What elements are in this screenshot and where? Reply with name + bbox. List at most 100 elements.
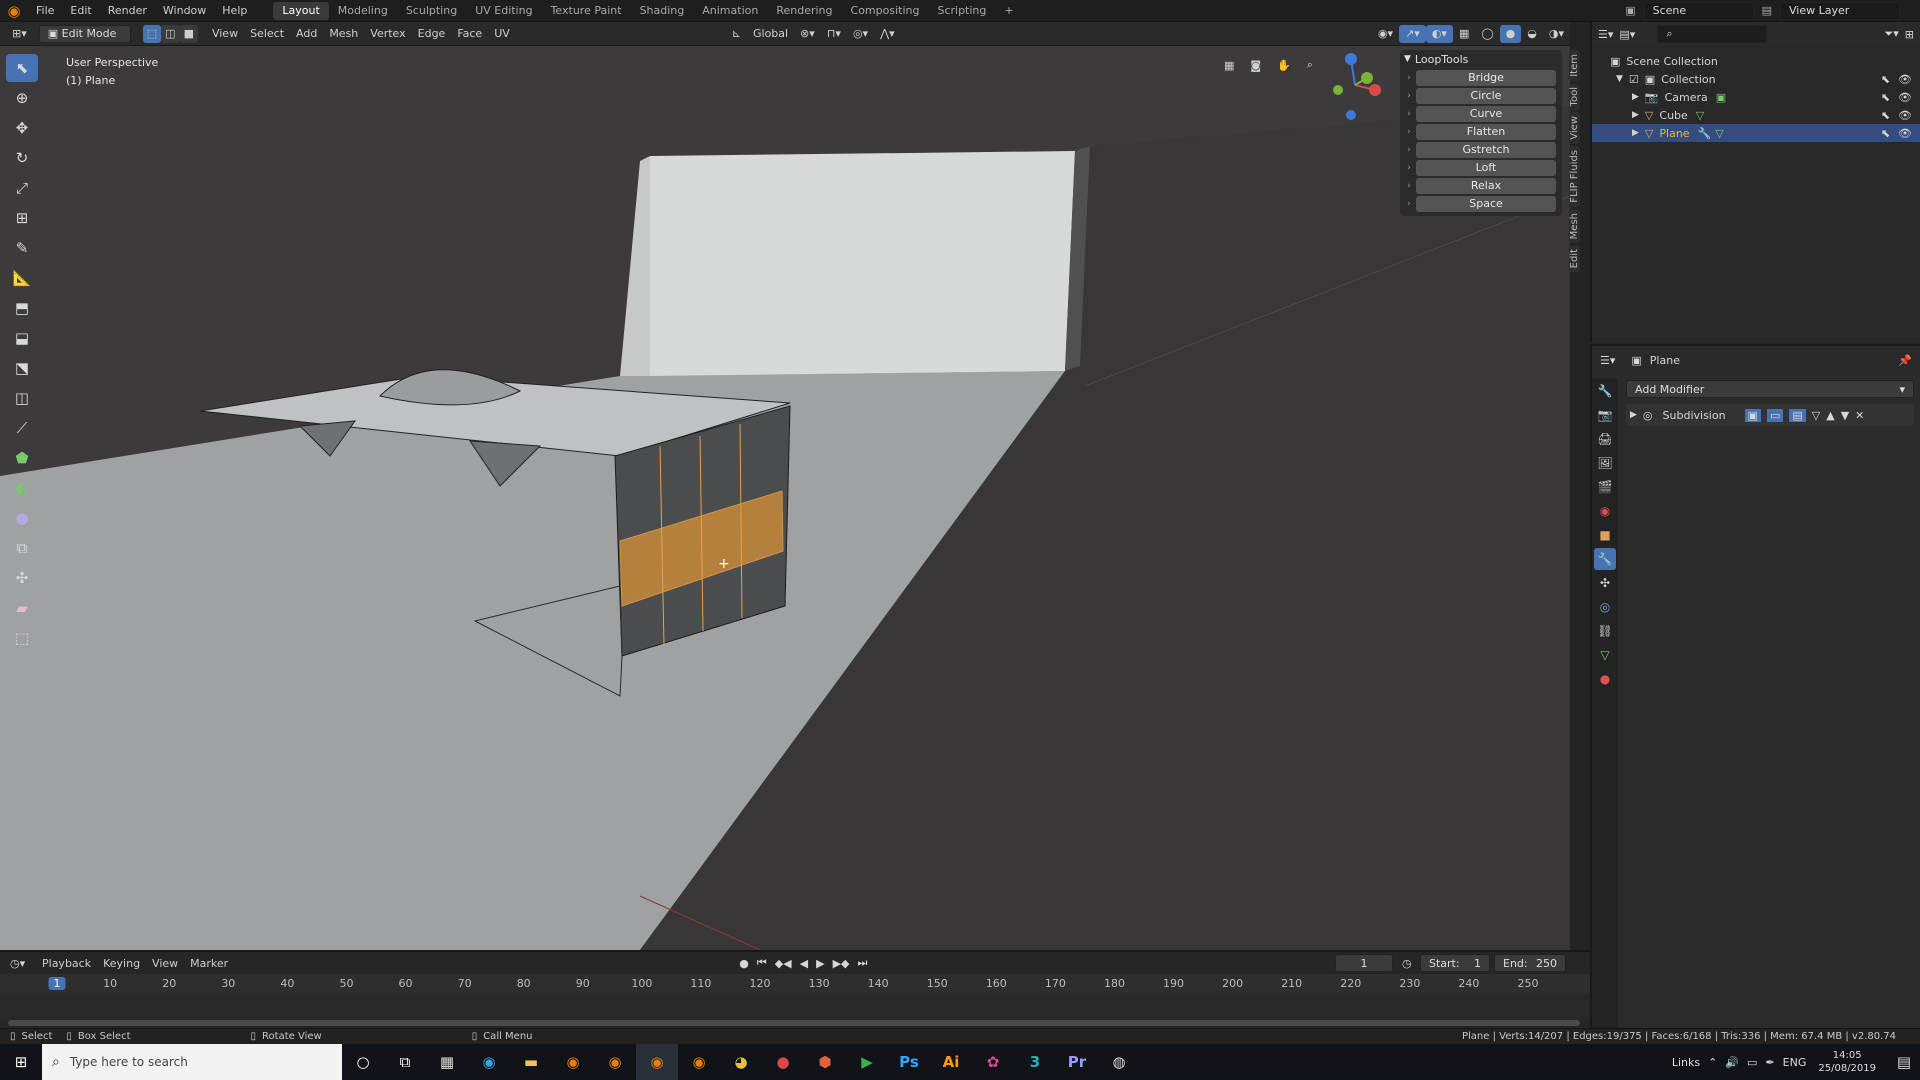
flatten-button[interactable]: Flatten (1416, 123, 1556, 140)
modifier-props-icon[interactable]: 🔧 (1594, 548, 1616, 570)
tab-rendering[interactable]: Rendering (767, 2, 841, 20)
gizmo-icon[interactable]: ↗▾ (1399, 24, 1426, 43)
cage-toggle-icon[interactable]: ▽ (1812, 409, 1820, 422)
knife-tool-icon[interactable]: ⟋ (6, 414, 38, 442)
new-collection-icon[interactable]: ⊞ (1905, 28, 1914, 41)
language-label[interactable]: ENG (1783, 1056, 1807, 1069)
blender-logo-icon[interactable]: ◉ (0, 0, 28, 22)
tab-flip-fluids[interactable]: FLIP Fluids (1569, 145, 1580, 207)
editor-type-icon[interactable]: ⊞▾ (6, 25, 33, 43)
frame-ruler[interactable]: 1 10 20 30 40 50 60 70 80 90 100 110 120 130 140 150 160… (0, 974, 1590, 1020)
scene-props-icon[interactable]: 🎬 (1594, 476, 1616, 498)
task-view-icon[interactable]: ⧉ (384, 1044, 426, 1080)
add-modifier-dropdown[interactable]: Add Modifier ▾ (1626, 380, 1914, 398)
inset-tool-icon[interactable]: ⬓ (6, 324, 38, 352)
tab-mesh[interactable]: Mesh (1569, 208, 1580, 243)
photoshop-icon[interactable]: Ps (888, 1044, 930, 1080)
edge-icon[interactable]: ◉ (468, 1044, 510, 1080)
scene-icon[interactable]: ▣ (1617, 0, 1643, 22)
tab-layout[interactable]: Layout (273, 1, 329, 20)
tab-texture-paint[interactable]: Texture Paint (542, 2, 631, 20)
view-layer-icon[interactable]: ▤ (1754, 0, 1780, 22)
checkbox-icon[interactable]: ☑ (1629, 73, 1639, 86)
gstretch-button[interactable]: Gstretch (1416, 141, 1556, 158)
start-icon[interactable]: ⊞ (0, 1044, 42, 1080)
looptools-item[interactable]: › Space (1402, 195, 1556, 212)
menu-help[interactable]: Help (214, 0, 255, 22)
pin-icon[interactable]: 📌 (1898, 354, 1912, 367)
header-menu-add[interactable]: Add (290, 25, 323, 43)
timeline-scrollbar[interactable] (8, 1020, 1580, 1026)
tree-object[interactable]: ▶ ▽ Cube ▽ ⬉ 👁 (1592, 106, 1920, 124)
current-frame-field[interactable]: 1 (1335, 954, 1393, 972)
transform-tool-icon[interactable]: ⊞ (6, 204, 38, 232)
solid-shading-icon[interactable]: ● (1499, 24, 1522, 43)
blender-app-icon[interactable]: ◉ (678, 1044, 720, 1080)
menu-edit[interactable]: Edit (62, 0, 99, 22)
scale-tool-icon[interactable]: ⤢ (6, 174, 38, 202)
looptools-item[interactable]: › Bridge (1402, 69, 1556, 86)
relax-button[interactable]: Relax (1416, 177, 1556, 194)
jump-end-icon[interactable]: ⏭ (857, 956, 867, 970)
circle-button[interactable]: Circle (1416, 87, 1556, 104)
tab-view[interactable]: View (1569, 112, 1580, 144)
tab-tool[interactable]: Tool (1569, 82, 1580, 111)
next-keyframe-icon[interactable]: ▶◆ (833, 957, 850, 970)
edge-select-icon[interactable]: ◫ (161, 24, 180, 43)
space-button[interactable]: Space (1416, 195, 1556, 212)
outliner-search-input[interactable]: ⌕ (1657, 25, 1768, 43)
tab-compositing[interactable]: Compositing (842, 2, 929, 20)
record-icon[interactable]: ● (739, 957, 749, 970)
orientation-selector[interactable]: Global (747, 25, 794, 43)
wireframe-shading-icon[interactable]: ◯ (1475, 25, 1499, 43)
menu-render[interactable]: Render (100, 0, 155, 22)
physics-props-icon[interactable]: ◎ (1594, 596, 1616, 618)
timeline-editor-icon[interactable]: ◷▾ (10, 957, 36, 970)
tab-scripting[interactable]: Scripting (928, 2, 995, 20)
select-arrow-icon[interactable]: ⬉ (1881, 91, 1890, 104)
render-toggle-icon[interactable]: ▤ (1789, 408, 1806, 422)
looptools-item[interactable]: › Curve (1402, 105, 1556, 122)
blender-app-icon[interactable]: ◉ (552, 1044, 594, 1080)
select-arrow-icon[interactable]: ⬉ (1881, 127, 1890, 140)
scene-selector[interactable]: Scene (1643, 1, 1754, 20)
view-menu[interactable]: View (146, 954, 184, 972)
tray-chevron-icon[interactable]: ⌃ (1708, 1056, 1717, 1069)
looptools-item[interactable]: › Flatten (1402, 123, 1556, 140)
pivot-icon[interactable]: ⊗▾ (794, 25, 821, 43)
loop-cut-tool-icon[interactable]: ◫ (6, 384, 38, 412)
header-menu-uv[interactable]: UV (488, 25, 516, 43)
illustrator-icon[interactable]: Ai (930, 1044, 972, 1080)
vertex-select-icon[interactable]: ⬚ (142, 24, 162, 43)
menu-file[interactable]: File (28, 0, 62, 22)
3ds-icon[interactable]: 3 (1014, 1044, 1056, 1080)
play-reverse-icon[interactable]: ◀ (800, 957, 808, 970)
3d-viewport[interactable]: + ▦ ◙ ✋ ⌕ (0, 46, 1570, 950)
camera-view-icon[interactable]: ◙ (1244, 56, 1267, 74)
shrink-fatten-tool-icon[interactable]: ✣ (6, 564, 38, 592)
looptools-item[interactable]: › Gstretch (1402, 141, 1556, 158)
tab-animation[interactable]: Animation (693, 2, 767, 20)
looptools-header[interactable]: ▼ LoopTools (1400, 50, 1562, 68)
modifier-name[interactable]: Subdivision (1659, 409, 1739, 422)
measure-tool-icon[interactable]: 📐 (6, 264, 38, 292)
keying-menu[interactable]: Keying (97, 954, 146, 972)
davinci-icon[interactable]: ◍ (1098, 1044, 1140, 1080)
links-label[interactable]: Links (1672, 1056, 1700, 1069)
loft-button[interactable]: Loft (1416, 159, 1556, 176)
move-up-icon[interactable]: ▲ (1826, 409, 1834, 422)
tab-modeling[interactable]: Modeling (329, 2, 397, 20)
tree-scene-collection[interactable]: ▣ Scene Collection (1592, 52, 1920, 70)
select-arrow-icon[interactable]: ⬉ (1881, 73, 1890, 86)
cortana-icon[interactable]: ○ (342, 1044, 384, 1080)
tool-props-icon[interactable]: 🔧 (1594, 380, 1616, 402)
poly-build-tool-icon[interactable]: ⬟ (6, 444, 38, 472)
view-layer-props-icon[interactable]: 🖼 (1594, 452, 1616, 474)
rotate-tool-icon[interactable]: ↻ (6, 144, 38, 172)
particles-props-icon[interactable]: ✣ (1594, 572, 1616, 594)
properties-editor-icon[interactable]: ☰▾ (1600, 354, 1615, 367)
constraints-props-icon[interactable]: ⛓ (1594, 620, 1616, 642)
eye-icon[interactable]: 👁 (1898, 109, 1912, 122)
start-frame-field[interactable]: Start: 1 (1420, 954, 1490, 972)
blender-app-icon[interactable]: ◉ (636, 1044, 678, 1080)
